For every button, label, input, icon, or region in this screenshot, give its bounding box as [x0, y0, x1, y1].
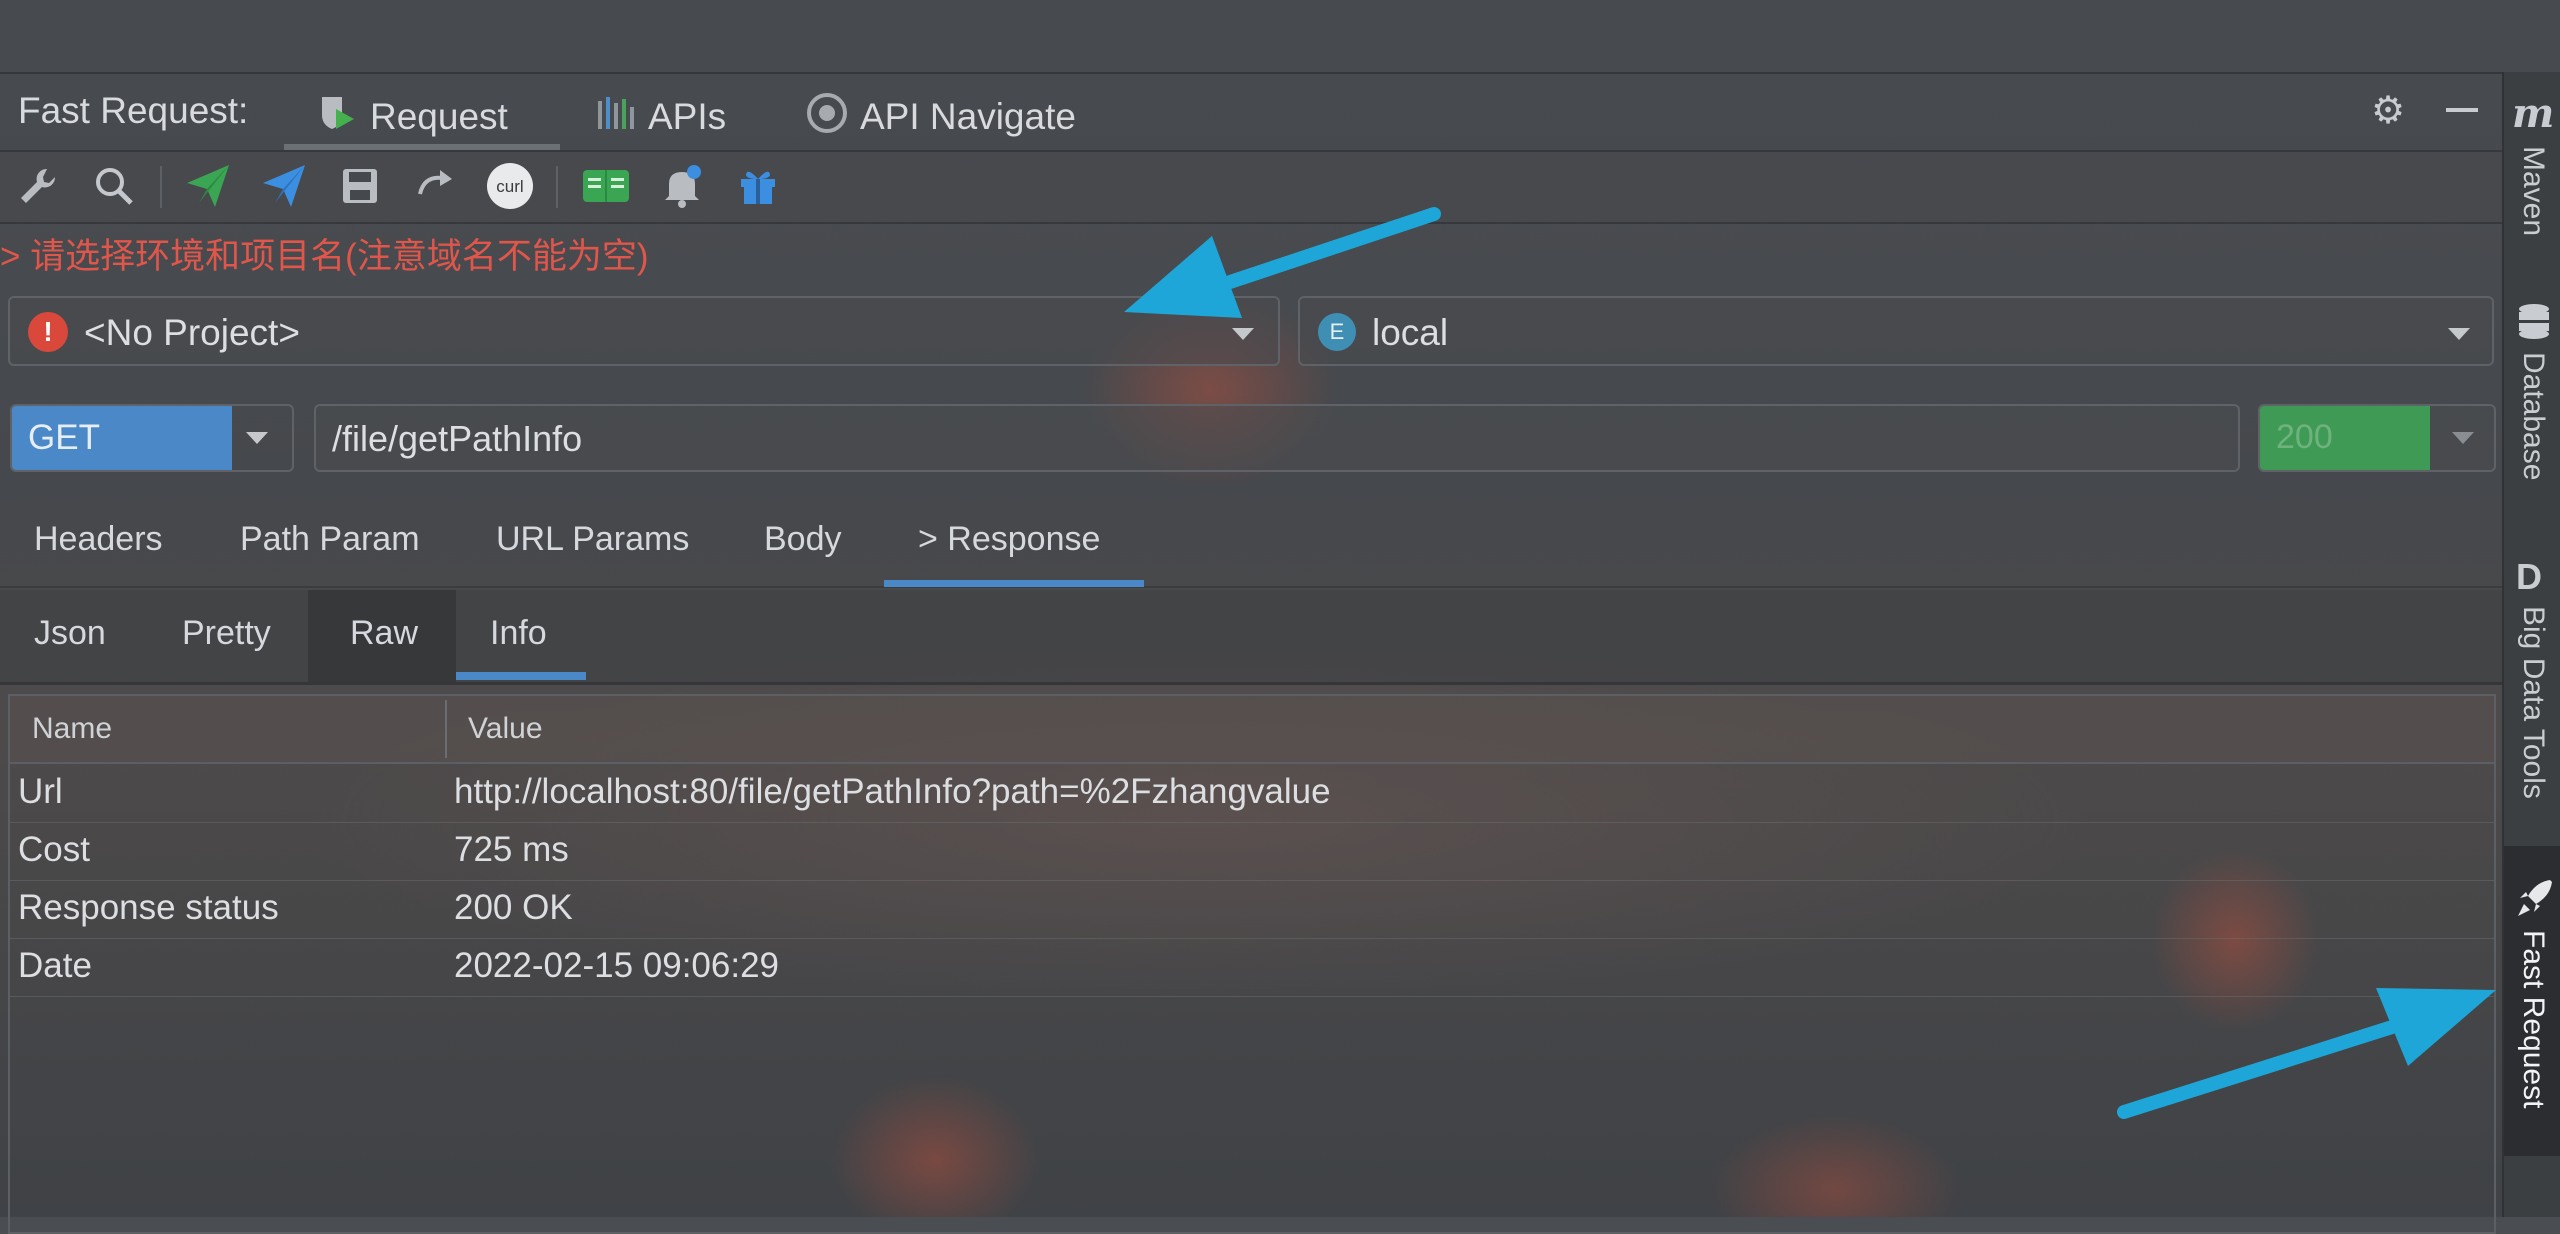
tab-apis[interactable]: APIs	[596, 84, 726, 150]
table-row-value: 200 OK	[454, 888, 573, 927]
table-row-name: Response status	[18, 888, 279, 927]
minimize-icon[interactable]	[2440, 88, 2484, 132]
bell-icon[interactable]	[656, 160, 708, 212]
tab-body[interactable]: Body	[764, 520, 842, 559]
tab-request-indicator	[284, 144, 560, 150]
tab-request-label: Request	[370, 96, 508, 137]
wrench-icon[interactable]	[12, 160, 64, 212]
tab-info-indicator	[456, 672, 586, 680]
gift-icon[interactable]	[732, 160, 784, 212]
svg-text:curl: curl	[496, 177, 523, 196]
chevron-down-icon	[2448, 328, 2470, 340]
project-select-value: <No Project>	[84, 312, 300, 353]
send-green-icon[interactable]	[182, 160, 234, 212]
database-icon	[2516, 302, 2552, 347]
row-divider	[10, 822, 2494, 823]
sidebar-item-label: Big Data Tools	[2517, 606, 2550, 799]
tab-response-indicator	[884, 580, 1144, 587]
chevron-down-icon	[246, 432, 268, 444]
maven-icon: m	[2512, 90, 2555, 137]
table-row-name: Url	[18, 772, 63, 811]
environment-select[interactable]: E local	[1298, 296, 2494, 366]
sidebar-item-database[interactable]: Database	[2508, 300, 2558, 500]
tab-info[interactable]: Info	[490, 614, 547, 653]
param-tabs-border	[0, 586, 2502, 588]
toolbar-separator	[556, 166, 558, 208]
column-header-name: Name	[32, 712, 113, 745]
tab-api-navigate-label: API Navigate	[860, 96, 1076, 137]
tab-url-params[interactable]: URL Params	[496, 520, 689, 559]
method-select[interactable]: GET	[10, 404, 294, 472]
sidebar-item-fast-request[interactable]: Fast Request	[2508, 876, 2558, 1146]
sidebar-item-label: Database	[2517, 352, 2550, 481]
toolbar-separator	[160, 166, 162, 208]
tab-request[interactable]: Request	[318, 84, 508, 150]
error-icon: !	[28, 312, 68, 352]
sidebar-item-label: Fast Request	[2517, 930, 2550, 1109]
warning-message: > 请选择环境和项目名(注意域名不能为空)	[0, 237, 649, 276]
window-top-bar	[0, 0, 2560, 74]
row-divider	[10, 880, 2494, 881]
status-code-select[interactable]: 200	[2258, 404, 2496, 472]
url-input[interactable]: /file/getPathInfo	[314, 404, 2240, 472]
sidebar-item-big-data-tools[interactable]: D Big Data Tools	[2508, 556, 2558, 826]
tab-apis-label: APIs	[648, 96, 727, 137]
tab-pretty[interactable]: Pretty	[182, 614, 271, 653]
table-row-value: 2022-02-15 09:06:29	[454, 946, 779, 985]
tab-headers[interactable]: Headers	[34, 520, 163, 559]
sidebar-item-maven[interactable]: m Maven	[2508, 90, 2558, 250]
table-row-name: Cost	[18, 830, 90, 869]
gear-icon[interactable]: ⚙	[2366, 88, 2410, 132]
tab-response[interactable]: > Response	[918, 520, 1100, 559]
table-row-name: Date	[18, 946, 92, 985]
curl-icon[interactable]: curl	[484, 160, 536, 212]
tab-json[interactable]: Json	[34, 614, 106, 653]
tab-path-param[interactable]: Path Param	[240, 520, 420, 559]
doc-icon[interactable]	[580, 160, 632, 212]
annotation-arrow-icon	[1124, 207, 1441, 318]
status-code-value: 200	[2276, 418, 2333, 456]
column-separator[interactable]	[445, 700, 447, 758]
table-row-value: 725 ms	[454, 830, 569, 869]
sidebar-item-label: Maven	[2517, 146, 2550, 237]
send-blue-icon[interactable]	[258, 160, 310, 212]
search-icon[interactable]	[88, 160, 140, 212]
tab-raw[interactable]: Raw	[350, 614, 418, 653]
annotation-arrow-icon	[2117, 988, 2496, 1119]
table-row-value: http://localhost:80/file/getPathInfo?pat…	[454, 772, 1331, 811]
url-value: /file/getPathInfo	[332, 418, 583, 459]
redo-icon[interactable]	[410, 160, 462, 212]
project-select[interactable]: ! <No Project>	[8, 296, 1280, 366]
chevron-down-icon	[2452, 432, 2474, 444]
rocket-icon	[2516, 878, 2554, 923]
column-header-value: Value	[468, 712, 543, 745]
request-shield-icon	[318, 93, 358, 142]
method-value: GET	[28, 418, 100, 457]
apis-bars-icon	[596, 93, 636, 142]
big-data-tools-icon: D	[2516, 556, 2542, 597]
navigate-target-icon	[806, 92, 848, 143]
tab-api-navigate[interactable]: API Navigate	[806, 84, 1076, 150]
row-divider	[10, 938, 2494, 939]
save-icon[interactable]	[334, 160, 386, 212]
table-header	[10, 696, 2494, 764]
tool-window-title: Fast Request:	[18, 90, 249, 131]
